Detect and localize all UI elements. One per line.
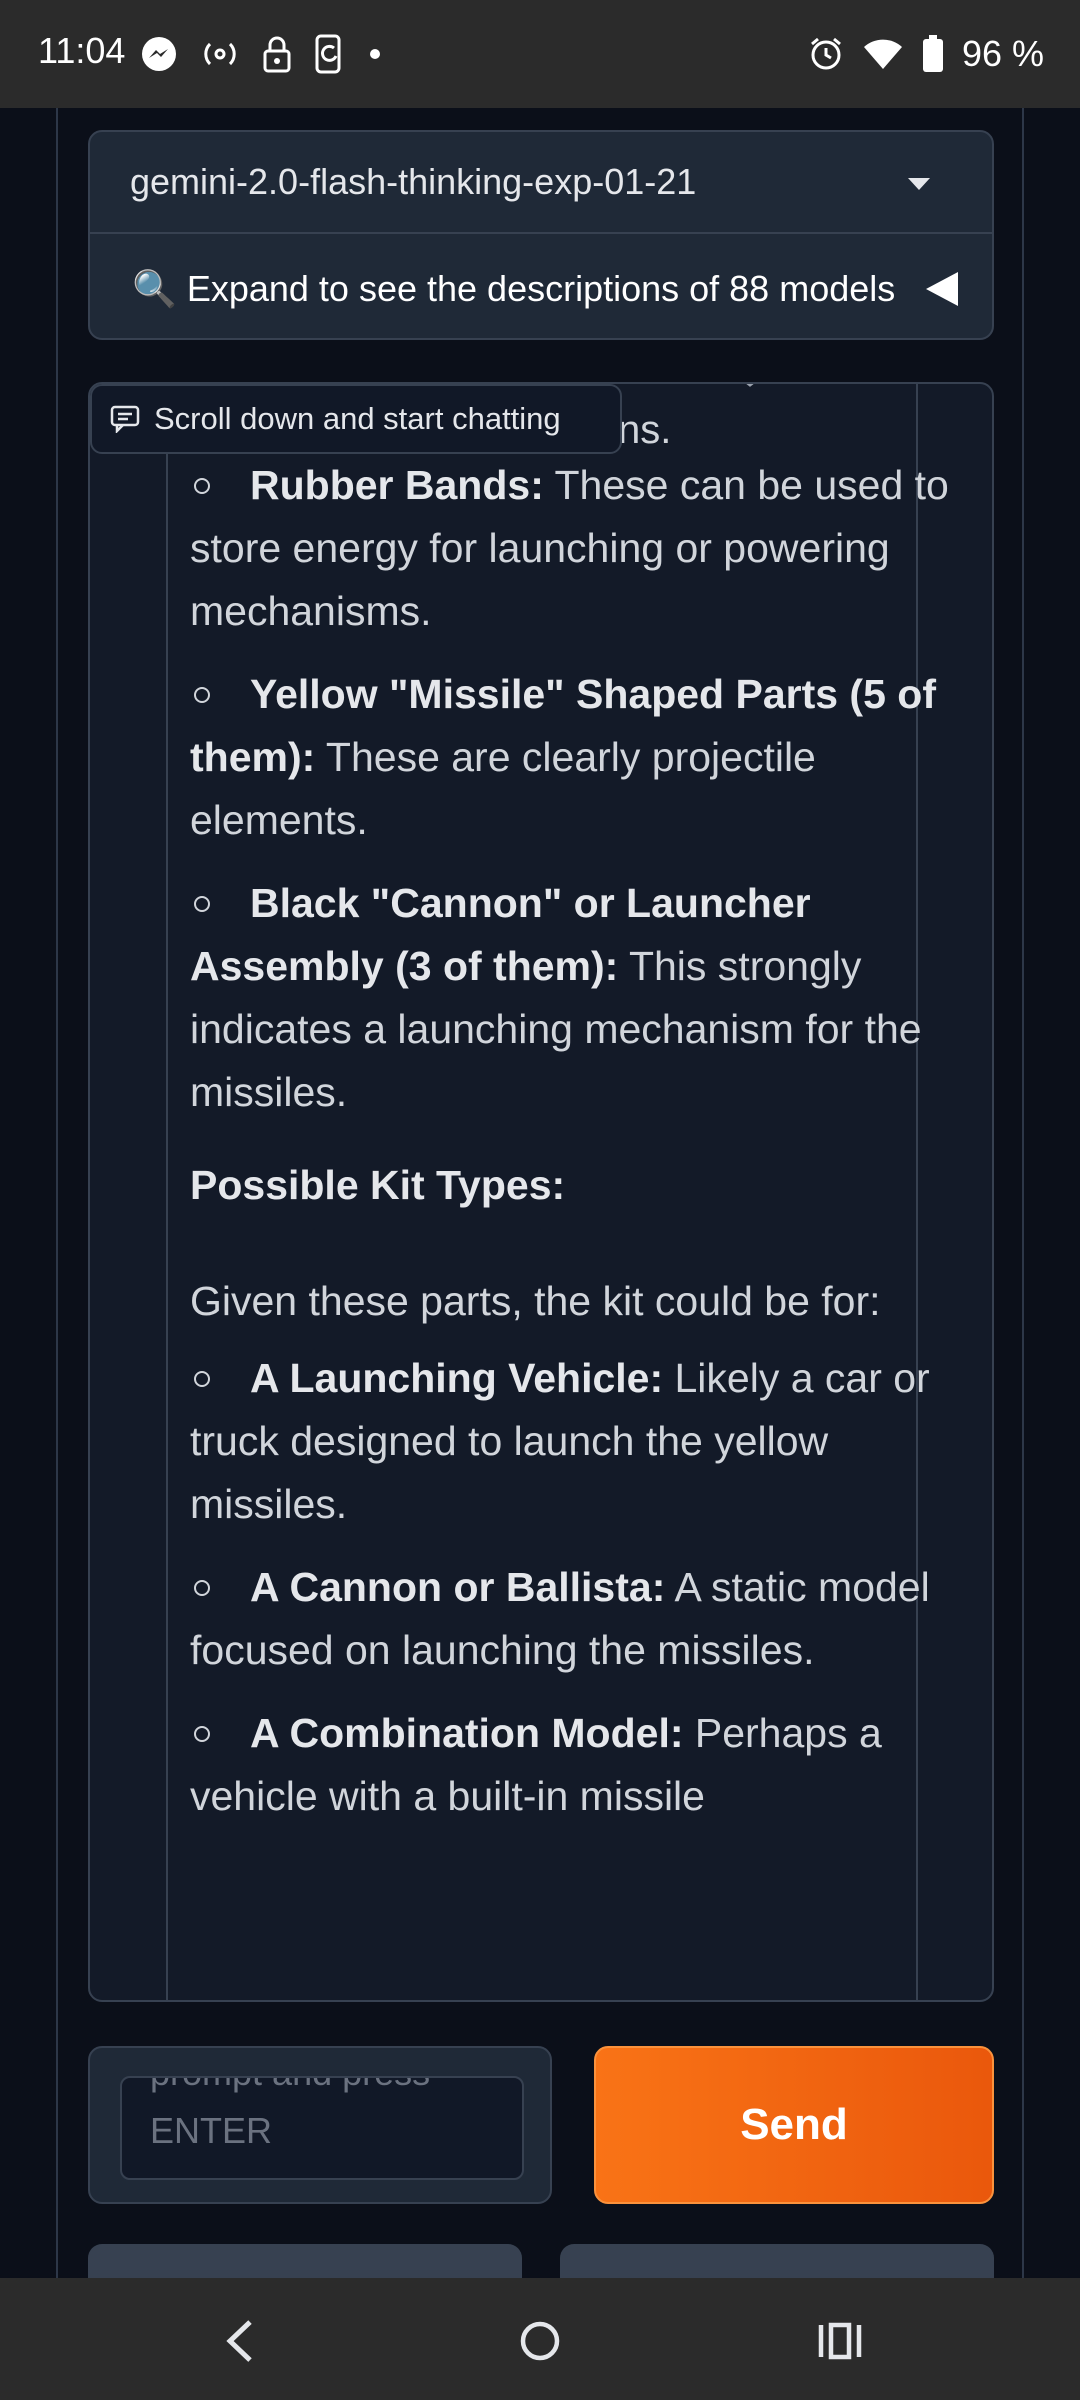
alarm-icon: [808, 36, 844, 72]
list-item: A Launching Vehicle: Likely a car or tru…: [190, 1347, 980, 1536]
battery-percent: 96 %: [961, 33, 1044, 74]
chevron-down-icon[interactable]: [908, 178, 930, 190]
chat-panel[interactable]: Scroll down and start chatting ns. Rubbe…: [88, 382, 994, 2002]
recents-icon[interactable]: [800, 2308, 880, 2374]
secondary-button[interactable]: [560, 2244, 994, 2280]
wifi-icon: [862, 37, 904, 71]
messenger-icon: [140, 35, 178, 73]
hotspot-icon: [200, 36, 240, 72]
list-item: A Cannon or Ballista: A static model foc…: [190, 1556, 980, 1682]
placeholder-line-2: ENTER: [150, 2110, 273, 2151]
placeholder-line-1: prompt and press: [150, 2078, 430, 2094]
scroll-hint-toast[interactable]: Scroll down and start chatting: [90, 384, 622, 454]
dot-icon: [368, 47, 382, 61]
bullet-icon: [194, 478, 210, 494]
item-title: A Launching Vehicle:: [250, 1355, 664, 1401]
model-dropdown[interactable]: gemini-2.0-flash-thinking-exp-01-21: [90, 132, 992, 234]
paragraph: Given these parts, the kit could be for:: [190, 1278, 881, 1324]
accordion-label: 🔍 Expand to see the descriptions of 88 m…: [132, 268, 896, 309]
prompt-input[interactable]: prompt and press ENTER: [120, 2076, 524, 2180]
model-descriptions-accordion[interactable]: 🔍 Expand to see the descriptions of 88 m…: [90, 236, 992, 338]
bullet-icon: [194, 1371, 210, 1387]
message-content: Rubber Bands: These can be used to store…: [190, 454, 980, 1848]
lock-icon: [262, 35, 292, 73]
scroll-hint-text: Scroll down and start chatting: [154, 401, 561, 436]
list-item: Black "Cannon" or Launcher Assembly (3 o…: [190, 872, 980, 1124]
item-title: Rubber Bands:: [250, 462, 544, 508]
bullet-icon: [194, 687, 210, 703]
list-item: A Combination Model: Perhaps a vehicle w…: [190, 1702, 980, 1828]
status-icons-left: [140, 30, 382, 78]
status-icons-right: 96 %: [808, 30, 1044, 78]
list-item: Yellow "Missile" Shaped Parts (5 of them…: [190, 663, 980, 852]
chat-bubble-icon: [110, 405, 140, 433]
home-icon[interactable]: [500, 2308, 580, 2374]
bullet-icon: [194, 896, 210, 912]
secondary-button[interactable]: [88, 2244, 522, 2280]
status-bar: 11:04 96 %: [0, 0, 1080, 108]
model-dropdown-value: gemini-2.0-flash-thinking-exp-01-21: [130, 161, 697, 202]
send-button[interactable]: Send: [594, 2046, 994, 2204]
item-title: A Cannon or Ballista:: [250, 1564, 666, 1610]
phone-sync-icon: [314, 34, 346, 74]
list-item: Rubber Bands: These can be used to store…: [190, 454, 980, 643]
status-time: 11:04: [38, 30, 126, 71]
bullet-icon: [194, 1580, 210, 1596]
battery-icon: [922, 35, 944, 73]
collapse-triangle-icon[interactable]: [926, 272, 958, 306]
back-icon[interactable]: [200, 2308, 280, 2374]
bullet-icon: [194, 1726, 210, 1742]
section-heading: Possible Kit Types:: [190, 1162, 566, 1208]
model-selector-panel: gemini-2.0-flash-thinking-exp-01-21 🔍 Ex…: [88, 130, 994, 340]
item-title: A Combination Model:: [250, 1710, 684, 1756]
prompt-input-card: prompt and press ENTER: [88, 2046, 552, 2204]
navigation-bar: [0, 2278, 1080, 2400]
partial-text: ns.: [618, 408, 672, 452]
